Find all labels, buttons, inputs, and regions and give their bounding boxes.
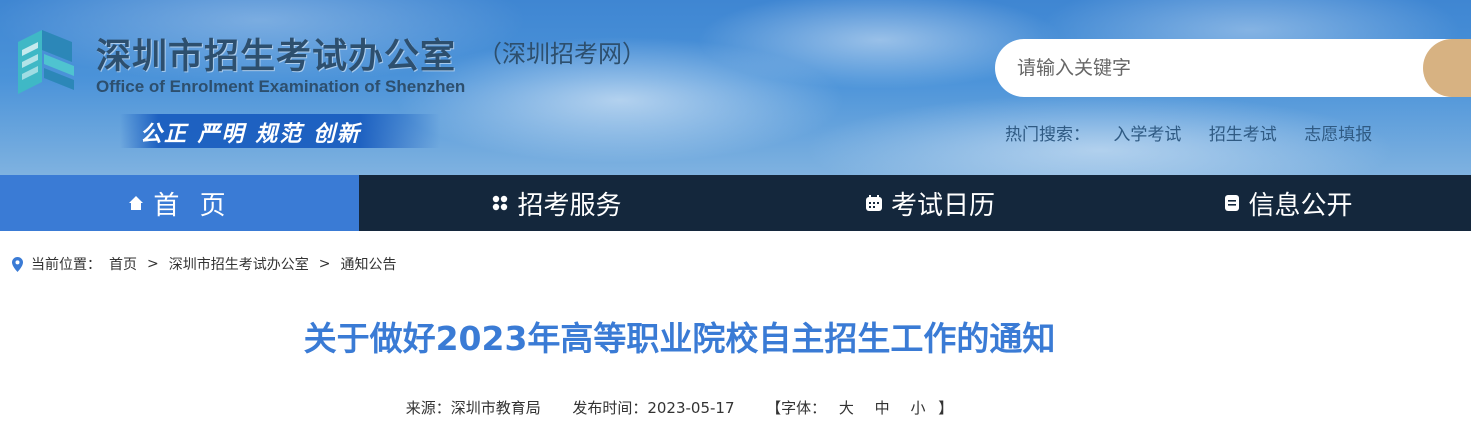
nav-item-label: 信息公开 bbox=[1248, 190, 1353, 221]
site-english-name: Office of Enrolment Examination of Shenz… bbox=[96, 77, 466, 96]
breadcrumb-separator: > bbox=[147, 256, 159, 272]
font-size-large-button[interactable]: 大 bbox=[839, 399, 854, 417]
hot-search-link-enrolment-exam[interactable]: 招生考试 bbox=[1209, 125, 1277, 145]
search-input[interactable] bbox=[1017, 39, 1397, 97]
article-title: 关于做好2023年高等职业院校自主招生工作的通知 bbox=[303, 319, 1056, 358]
hot-search-link-entrance-exam[interactable]: 入学考试 bbox=[1113, 125, 1181, 145]
font-size-label-close: 】 bbox=[938, 399, 954, 417]
nav-item-label: 招考服务 bbox=[517, 190, 622, 221]
font-size-medium-button[interactable]: 中 bbox=[875, 399, 890, 417]
nav-item-home[interactable]: 首 页 bbox=[0, 175, 359, 231]
slogan-text: 公正 严明 规范 创新 bbox=[140, 122, 361, 147]
article-source: 来源：深圳市教育局 bbox=[405, 399, 541, 417]
nav-item-label: 考试日历 bbox=[890, 190, 995, 221]
hot-search-label: 热门搜索： bbox=[1005, 125, 1090, 145]
nav-item-label: 首 页 bbox=[153, 190, 232, 221]
document-icon bbox=[1224, 194, 1240, 212]
font-size-label-open: 【字体： bbox=[766, 399, 827, 417]
nav-item-calendar[interactable]: 考试日历 bbox=[754, 175, 1106, 231]
site-header: 深圳市招生考试办公室 （深圳招考网） Office of Enrolment E… bbox=[0, 0, 1471, 175]
breadcrumb-office-link[interactable]: 深圳市招生考试办公室 bbox=[169, 254, 309, 274]
nav-item-services[interactable]: 招考服务 bbox=[359, 175, 754, 231]
nav-item-info[interactable]: 信息公开 bbox=[1106, 175, 1471, 231]
location-pin-icon bbox=[12, 256, 23, 272]
grid-icon bbox=[491, 194, 509, 212]
site-subtitle: （深圳招考网） bbox=[478, 40, 646, 68]
breadcrumb-notice-link[interactable]: 通知公告 bbox=[340, 254, 396, 274]
site-logo-icon bbox=[18, 30, 74, 94]
hot-search: 热门搜索： 入学考试 招生考试 志愿填报 bbox=[1005, 120, 1394, 145]
calendar-icon bbox=[865, 194, 883, 212]
home-icon bbox=[127, 194, 145, 212]
breadcrumb-home-link[interactable]: 首页 bbox=[109, 254, 137, 274]
site-title: 深圳市招生考试办公室 bbox=[96, 37, 457, 77]
breadcrumb-label: 当前位置： bbox=[31, 257, 101, 273]
breadcrumb: 当前位置： 首页 > 深圳市招生考试办公室 > 通知公告 bbox=[12, 254, 396, 274]
search-box bbox=[995, 39, 1471, 97]
font-size-small-button[interactable]: 小 bbox=[910, 399, 925, 417]
article-meta: 来源：深圳市教育局 发布时间：2023-05-17 【字体： 大 中 小 】 bbox=[0, 397, 1471, 418]
article-publish-time: 发布时间：2023-05-17 bbox=[572, 399, 735, 417]
search-button[interactable] bbox=[1423, 39, 1471, 97]
hot-search-link-application[interactable]: 志愿填报 bbox=[1304, 125, 1372, 145]
breadcrumb-separator: > bbox=[318, 256, 331, 272]
main-nav: 首 页 招考服务 考试日历 信息公开 bbox=[0, 175, 1471, 231]
